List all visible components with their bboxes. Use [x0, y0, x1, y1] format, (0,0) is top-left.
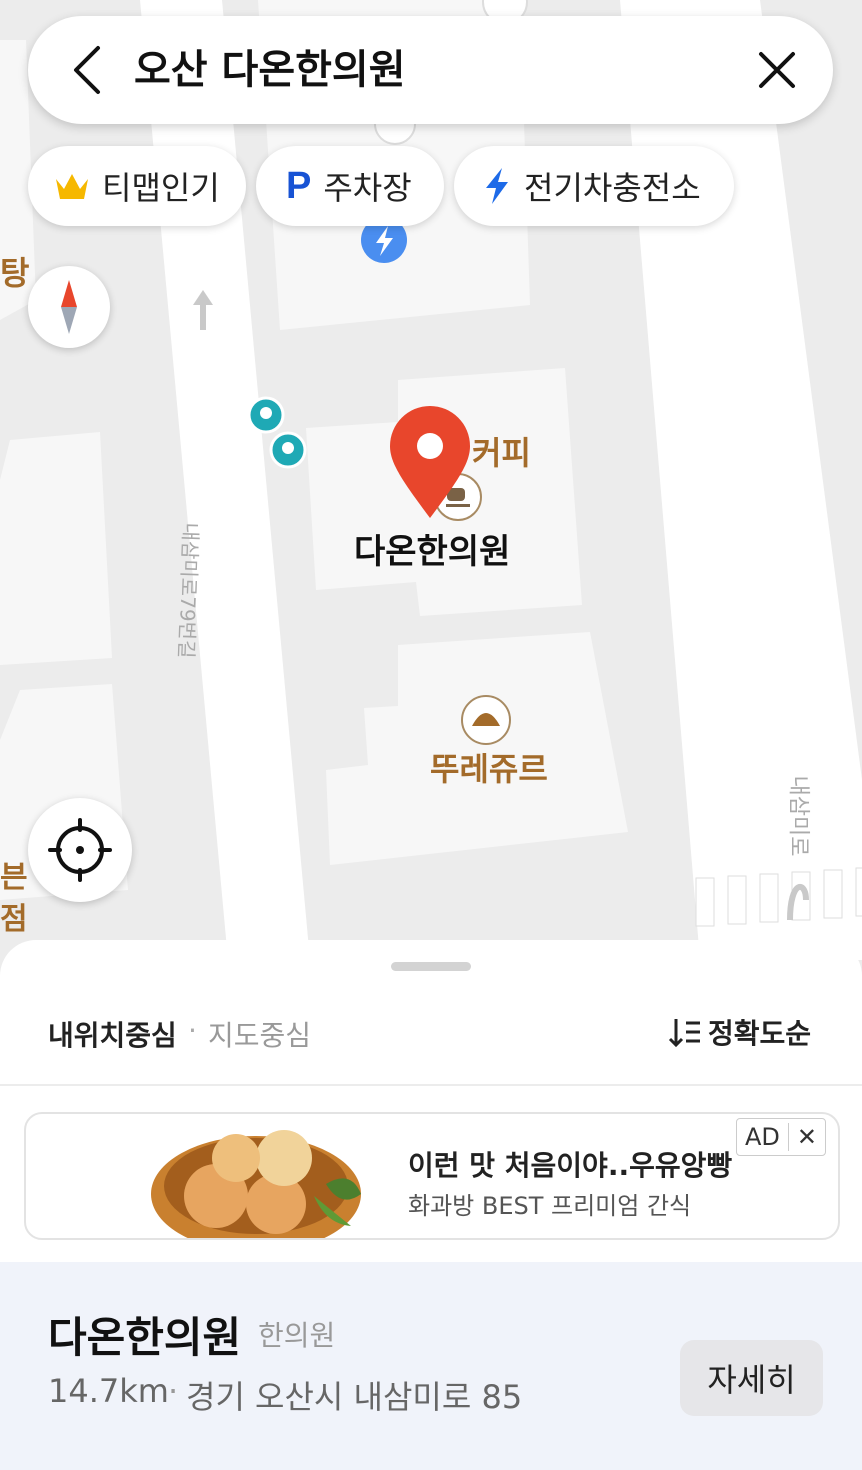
poi-teal-marker-1 — [247, 396, 285, 434]
detail-button[interactable]: 자세히 — [680, 1340, 823, 1416]
result-category: 한의원 — [258, 1319, 336, 1352]
search-bar[interactable]: 오산 다온한의원 — [28, 16, 833, 124]
result-separator: · — [168, 1372, 179, 1410]
close-icon — [759, 52, 795, 88]
bottom-sheet: 내위치중심 · 지도중심 정확도순 이런 맛 처음이야..우유앙빵 화과방 BE… — [0, 940, 862, 1470]
result-distance: 14.7km — [48, 1372, 169, 1410]
chip-tmap-popular[interactable]: 티맵인기 — [28, 146, 246, 226]
map-label-selected-place[interactable]: 다온한의원 — [354, 524, 510, 573]
back-arrow-icon — [74, 46, 100, 94]
ad-banner[interactable]: 이런 맛 처음이야..우유앙빵 화과방 BEST 프리미엄 간식 AD ✕ — [24, 1112, 840, 1240]
result-card[interactable]: 다온한의원 한의원 14.7km · 경기 오산시 내삼미로 85 자세히 — [0, 1262, 862, 1470]
chip-parking[interactable]: P 주차장 — [256, 146, 444, 226]
clear-search-button[interactable] — [755, 48, 799, 92]
filter-my-location[interactable]: 내위치중심 — [48, 1014, 177, 1054]
map-label-left-top: 탕 — [0, 254, 30, 292]
map-label-bakery[interactable]: 뚜레쥬르 — [430, 744, 548, 790]
ad-close-button[interactable]: ✕ — [787, 1123, 825, 1151]
filter-map-center[interactable]: 지도중심 — [208, 1014, 311, 1054]
filter-separator: · — [188, 1014, 197, 1047]
result-address: 경기 오산시 내삼미로 85 — [186, 1378, 523, 1416]
sort-label: 정확도순 — [708, 1017, 812, 1050]
search-query[interactable]: 오산 다온한의원 — [134, 42, 406, 98]
parking-icon: P — [286, 164, 312, 207]
sort-button[interactable]: 정확도순 — [668, 1012, 811, 1052]
compass-icon — [61, 280, 77, 334]
poi-teal-marker-2 — [269, 431, 307, 469]
my-location-button[interactable] — [28, 798, 132, 902]
crown-icon — [56, 174, 88, 199]
crosshair-icon — [48, 818, 112, 882]
building-block-5 — [0, 432, 112, 665]
ad-headline: 이런 맛 처음이야..우유앙빵 — [408, 1149, 733, 1182]
result-place-name[interactable]: 다온한의원 — [48, 1304, 241, 1365]
ad-subline: 화과방 BEST 프리미엄 간식 — [408, 1192, 692, 1220]
map-label-left-bottom-1: 븐 — [0, 860, 28, 895]
filter-bar: 내위치중심 · 지도중심 정확도순 — [0, 1000, 862, 1086]
road-name-label-1: 내삼미로79번길 — [174, 522, 203, 659]
lightning-icon — [486, 168, 508, 204]
chip-label: 티맵인기 — [102, 169, 220, 207]
ad-label: AD — [744, 1123, 780, 1151]
compass-button[interactable] — [28, 266, 110, 348]
chip-label: 주차장 — [323, 169, 412, 207]
road-name-label-2: 내삼미로 — [785, 775, 811, 857]
sheet-drag-handle[interactable] — [391, 962, 471, 971]
ad-badge: AD ✕ — [735, 1118, 826, 1156]
map-label-left-bottom-2: 점 — [0, 902, 28, 937]
chip-ev-charger[interactable]: 전기차충전소 — [454, 146, 734, 226]
ad-image — [151, 1130, 361, 1238]
map-label-coffee[interactable]: 커피 — [472, 428, 531, 474]
sort-icon — [668, 1019, 700, 1048]
back-button[interactable] — [68, 42, 108, 98]
road-right — [620, 0, 862, 960]
chip-label: 전기차충전소 — [524, 169, 701, 207]
